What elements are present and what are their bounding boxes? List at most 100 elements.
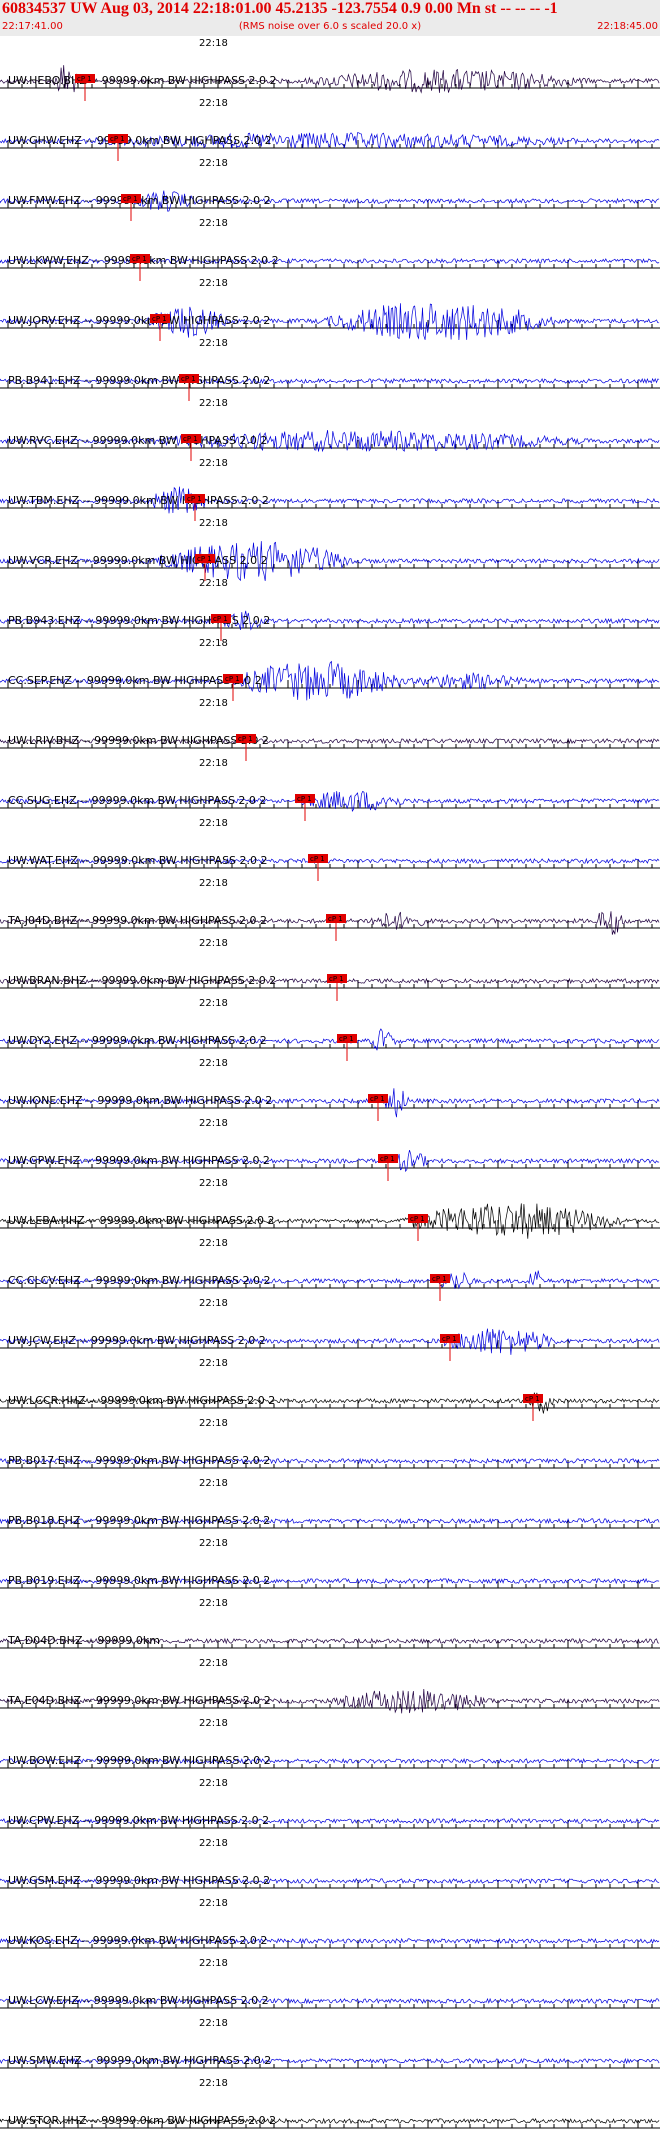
channel-label: UW.DY2.EHZ -- 99999.0km BW HIGHPASS 2.0 … bbox=[8, 1034, 267, 1047]
channel-row: 22:18 CC.SUG.EHZ -- 99999.0km BW HIGHPASS… bbox=[0, 758, 660, 821]
channel-row: 22:18 UW.SMW.EHZ -- 99999.0km BW HIGHPASS… bbox=[0, 2018, 660, 2069]
channel-row: 22:18 UW.GHW.EHZ -- 99999.0km BW HIGHPASS… bbox=[0, 98, 660, 161]
minute-label: 22:18 bbox=[199, 1178, 228, 1189]
channel-row: 22:18 UW.HEBO.BHZ -- 99999.0km BW HIGHPAS… bbox=[0, 38, 660, 101]
minute-label: 22:18 bbox=[199, 1418, 228, 1429]
channel-row: 22:18 UW.CPW.EHZ -- 99999.0km BW HIGHPASS… bbox=[0, 1778, 660, 1829]
channel-row: 22:18 PB.B941.EHZ -- 99999.0km BW HIGHPAS… bbox=[0, 338, 660, 401]
channel-row: 22:18 UW.WAT.EHZ -- 99999.0km BW HIGHPASS… bbox=[0, 818, 660, 881]
channel-label: UW.WAT.EHZ -- 99999.0km BW HIGHPASS 2.0 … bbox=[8, 854, 268, 867]
channel-row: 22:18CC.SEP.EHZ -- 99999.0km BW HIGHPASS… bbox=[0, 638, 660, 701]
channel-row: 22:18UW.LKWW.EHZ -- 99999.0km BW HIGHPAS… bbox=[0, 218, 660, 281]
pick-label: cP 1 bbox=[238, 735, 253, 743]
channel-label: PB.B019.EHZ -- 99999.0km BW HIGHPASS 2.0… bbox=[8, 1574, 270, 1587]
minute-label: 22:18 bbox=[199, 878, 228, 889]
minute-label: 22:18 bbox=[199, 818, 228, 829]
end-time: 22:18:45.00 bbox=[597, 21, 658, 32]
channel-label: CC.SUG.EHZ -- 99999.0km BW HIGHPASS 2.0 … bbox=[8, 794, 266, 807]
minute-label: 22:18 bbox=[199, 578, 228, 589]
pick-label: cP 1 bbox=[432, 1275, 447, 1283]
minute-label: 22:18 bbox=[199, 1478, 228, 1489]
channel-label: UW.GPW.EHZ -- 99999.0km BW HIGHPASS 2.0 … bbox=[8, 1154, 270, 1167]
channel-label: UW.GSM.EHZ -- 99999.0km BW HIGHPASS 2.0 … bbox=[8, 1874, 270, 1887]
pick-label: cP 1 bbox=[339, 1035, 354, 1043]
minute-label: 22:18 bbox=[199, 1358, 228, 1369]
minute-label: 22:18 bbox=[199, 2018, 228, 2029]
channel-row: 22:18 UW.GPW.EHZ -- 99999.0km BW HIGHPASS… bbox=[0, 1118, 660, 1181]
channel-label: UW.VCR.EHZ -- 99999.0km BW HIGHPASS 2.0 … bbox=[8, 554, 268, 567]
channel-label: UW.LRIV.BHZ -- 99999.0km BW HIGHPASS 2.0… bbox=[8, 734, 269, 747]
channel-row: 22:18 UW.LEBA.HHZ -- 99999.0km BW HIGHPAS… bbox=[0, 1178, 660, 1241]
pick-label: cP 1 bbox=[328, 915, 343, 923]
channel-row: 22:18 TA.E04D.BHZ -- 99999.0km BW HIGHPAS… bbox=[0, 1658, 660, 1714]
pick-label: cP 1 bbox=[152, 315, 167, 323]
pick-label: cP 1 bbox=[329, 975, 344, 983]
minute-label: 22:18 bbox=[199, 218, 228, 229]
channel-row: 22:18 PB.B018.EHZ -- 99999.0km BW HIGHPAS… bbox=[0, 1478, 660, 1529]
pick-label: cP 1 bbox=[525, 1395, 540, 1403]
channel-row: 22:18 UW.LCW.EHZ -- 99999.0km BW HIGHPASS… bbox=[0, 1958, 660, 2009]
minute-label: 22:18 bbox=[199, 758, 228, 769]
channel-label: TA.J04D.BHZ -- 99999.0km BW HIGHPASS 2.0… bbox=[7, 914, 267, 927]
pick-label: cP 1 bbox=[123, 195, 138, 203]
channel-label: UW.TBM.EHZ -- 99999.0km BW HIGHPASS 2.0 … bbox=[8, 494, 269, 507]
channel-label: CC.CLCV.EHZ -- 99999.0km BW HIGHPASS 2.0… bbox=[8, 1274, 270, 1287]
pick-label: cP 1 bbox=[370, 1095, 385, 1103]
channel-row: 22:18 TA.J04D.BHZ -- 99999.0km BW HIGHPAS… bbox=[0, 878, 660, 941]
channel-label: UW.STOR.HHZ -- 99999.0km BW HIGHPASS 2.0… bbox=[8, 2114, 276, 2127]
minute-label: 22:18 bbox=[199, 1778, 228, 1789]
minute-label: 22:18 bbox=[199, 1718, 228, 1729]
minute-label: 22:18 bbox=[199, 1598, 228, 1609]
channel-row: 22:18 UW.GSM.EHZ -- 99999.0km BW HIGHPASS… bbox=[0, 1838, 660, 1889]
channel-row: 22:18UW.FMW.EHZ -- 99999.0km BW HIGHPASS… bbox=[0, 158, 660, 221]
channel-label: UW.JCW.EHZ -- 99999.0km BW HIGHPASS 2.0 … bbox=[8, 1334, 266, 1347]
channel-row: 22:18 UW.VCR.EHZ -- 99999.0km BW HIGHPASS… bbox=[0, 518, 660, 582]
minute-label: 22:18 bbox=[199, 458, 228, 469]
minute-label: 22:18 bbox=[199, 1838, 228, 1849]
minute-label: 22:18 bbox=[199, 338, 228, 349]
minute-label: 22:18 bbox=[199, 278, 228, 289]
channel-row: 22:18 UW.LRIV.BHZ -- 99999.0km BW HIGHPAS… bbox=[0, 698, 660, 761]
channel-label: UW.BRAN.BHZ -- 99999.0km BW HIGHPASS 2.0… bbox=[8, 974, 276, 987]
channel-row: 22:18 PB.B019.EHZ -- 99999.0km BW HIGHPAS… bbox=[0, 1538, 660, 1589]
pick-label: cP 1 bbox=[187, 495, 202, 503]
seismogram-panel: 22:18 UW.HEBO.BHZ -- 99999.0km BW HIGHPAS… bbox=[0, 38, 660, 2129]
channel-row: 22:18 TA.D04D.BHZ -- 99999.0km bbox=[0, 1598, 660, 1649]
channel-label: TA.D04D.BHZ -- 99999.0km bbox=[7, 1634, 160, 1647]
pick-label: cP 1 bbox=[197, 555, 212, 563]
pick-label: cP 1 bbox=[77, 75, 92, 83]
minute-label: 22:18 bbox=[199, 1898, 228, 1909]
pick-label: cP 1 bbox=[132, 255, 147, 263]
pick-label: cP 1 bbox=[442, 1335, 457, 1343]
pick-label: cP 1 bbox=[213, 615, 228, 623]
minute-label: 22:18 bbox=[199, 698, 228, 709]
channel-row: 22:18PB.B943.EHZ -- 99999.0km BW HIGHPAS… bbox=[0, 578, 660, 641]
minute-label: 22:18 bbox=[199, 2078, 228, 2089]
minute-label: 22:18 bbox=[199, 158, 228, 169]
channel-label: UW.SMW.EHZ -- 99999.0km BW HIGHPASS 2.0 … bbox=[8, 2054, 271, 2067]
pick-label: cP 1 bbox=[110, 135, 125, 143]
channel-row: 22:18 PB.B017.EHZ -- 99999.0km BW HIGHPAS… bbox=[0, 1418, 660, 1469]
pick-label: cP 1 bbox=[380, 1155, 395, 1163]
channel-row: 22:18 UW.TBM.EHZ -- 99999.0km BW HIGHPASS… bbox=[0, 458, 660, 521]
minute-label: 22:18 bbox=[199, 638, 228, 649]
channel-label: PB.B018.EHZ -- 99999.0km BW HIGHPASS 2.0… bbox=[8, 1514, 270, 1527]
minute-label: 22:18 bbox=[199, 398, 228, 409]
channel-label: UW.CPW.EHZ -- 99999.0km BW HIGHPASS 2.0 … bbox=[8, 1814, 269, 1827]
channel-row: 22:18 UW.JCW.EHZ -- 99999.0km BW HIGHPASS… bbox=[0, 1298, 660, 1361]
channel-row: 22:18 UW.RVC.EHZ -- 99999.0km BW HIGHPASS… bbox=[0, 398, 660, 461]
channel-label: UW.GHW.EHZ -- 99999.0km BW HIGHPASS 2.0 … bbox=[8, 134, 272, 147]
channel-label: UW.IONE.EHZ -- 99999.0km BW HIGHPASS 2.0… bbox=[8, 1094, 272, 1107]
minute-label: 22:18 bbox=[199, 1298, 228, 1309]
pick-label: cP 1 bbox=[181, 375, 196, 383]
minute-label: 22:18 bbox=[199, 1118, 228, 1129]
channel-label: UW.LEBA.HHZ -- 99999.0km BW HIGHPASS 2.0… bbox=[8, 1214, 274, 1227]
channel-label: TA.E04D.BHZ -- 99999.0km BW HIGHPASS 2.0… bbox=[7, 1694, 271, 1707]
channel-row: 22:18 UW.BRAN.BHZ -- 99999.0km BW HIGHPAS… bbox=[0, 938, 660, 1001]
channel-label: UW.JORV.EHZ -- 99999.0km BW HIGHPASS 2.0… bbox=[8, 314, 270, 327]
pick-label: cP 1 bbox=[410, 1215, 425, 1223]
channel-label: UW.HEBO.BHZ -- 99999.0km BW HIGHPASS 2.0… bbox=[8, 74, 277, 87]
minute-label: 22:18 bbox=[199, 938, 228, 949]
minute-label: 22:18 bbox=[199, 998, 228, 1009]
minute-label: 22:18 bbox=[199, 1238, 228, 1249]
